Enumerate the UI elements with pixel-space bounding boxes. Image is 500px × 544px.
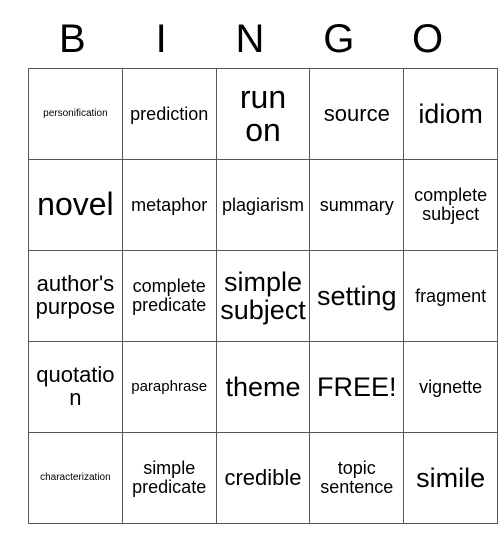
bingo-cell-i4[interactable]: paraphrase	[121, 341, 217, 433]
bingo-cell-n3[interactable]: simple subject	[215, 250, 311, 342]
bingo-grid: personification prediction run on source…	[28, 68, 498, 524]
bingo-cell-free-space[interactable]: FREE!	[309, 341, 405, 433]
bingo-header-letter-b: B	[59, 17, 86, 61]
bingo-cell-o5[interactable]: simile	[403, 432, 498, 524]
bingo-cell-label: run on	[239, 78, 287, 148]
bingo-cell-label: theme	[225, 371, 301, 402]
bingo-header-letter-i: I	[155, 17, 167, 61]
bingo-cell-n4[interactable]: theme	[215, 341, 311, 433]
bingo-cell-label: idiom	[418, 98, 483, 129]
bingo-cell-i2[interactable]: metaphor	[121, 159, 217, 251]
bingo-cell-label: novel	[37, 186, 114, 223]
bingo-row-4: quotation paraphrase theme FREE! vignett…	[28, 341, 498, 433]
bingo-row-1: personification prediction run on source…	[28, 68, 498, 160]
bingo-cell-i1[interactable]: prediction	[121, 68, 217, 160]
bingo-cell-label: complete subject	[414, 185, 488, 224]
bingo-cell-label: plagiarism	[221, 194, 304, 215]
bingo-cell-label: simile	[416, 462, 486, 493]
bingo-cell-label: source	[323, 100, 390, 126]
bingo-cell-label: fragment	[415, 285, 487, 306]
bingo-cell-g2[interactable]: summary	[309, 159, 405, 251]
bingo-cell-b1[interactable]: personification	[28, 68, 123, 160]
bingo-cell-label: metaphor	[131, 194, 208, 215]
bingo-row-5: characterization simple predicate credib…	[28, 432, 498, 524]
bingo-header-letter-n: N	[235, 17, 265, 61]
bingo-cell-i3[interactable]: complete predicate	[121, 250, 217, 342]
bingo-cell-b3[interactable]: author's purpose	[28, 250, 123, 342]
bingo-cell-label: simple subject	[220, 266, 306, 325]
bingo-header-row: B I N G O	[28, 10, 472, 68]
bingo-row-3: author's purpose complete predicate simp…	[28, 250, 498, 342]
bingo-row-2: novel metaphor plagiarism summary comple…	[28, 159, 498, 251]
bingo-cell-label: vignette	[419, 376, 483, 397]
bingo-cell-o2[interactable]: complete subject	[403, 159, 498, 251]
bingo-cell-g3[interactable]: setting	[309, 250, 405, 342]
bingo-cell-n2[interactable]: plagiarism	[215, 159, 311, 251]
bingo-cell-label: setting	[317, 280, 397, 311]
bingo-cell-label: summary	[319, 194, 394, 215]
bingo-cell-label: characterization	[40, 471, 111, 483]
bingo-cell-n5[interactable]: credible	[215, 432, 311, 524]
bingo-cell-g5[interactable]: topic sentence	[309, 432, 405, 524]
bingo-cell-label: credible	[224, 464, 302, 490]
bingo-cell-o1[interactable]: idiom	[403, 68, 498, 160]
bingo-cell-label: author's purpose	[35, 271, 116, 319]
bingo-cell-o4[interactable]: vignette	[403, 341, 498, 433]
bingo-card: B I N G O personification prediction run…	[28, 10, 498, 524]
bingo-cell-label: complete predicate	[132, 276, 207, 315]
bingo-cell-i5[interactable]: simple predicate	[121, 432, 217, 524]
bingo-cell-label: paraphrase	[131, 378, 208, 396]
bingo-cell-o3[interactable]: fragment	[403, 250, 498, 342]
bingo-header-letter-g: G	[323, 17, 355, 61]
bingo-cell-label: topic sentence	[320, 458, 394, 497]
bingo-cell-label: simple predicate	[132, 458, 207, 497]
bingo-cell-b5[interactable]: characterization	[28, 432, 123, 524]
bingo-cell-b2[interactable]: novel	[28, 159, 123, 251]
bingo-cell-label: quotation	[36, 362, 115, 410]
bingo-cell-n1[interactable]: run on	[215, 68, 311, 160]
bingo-cell-b4[interactable]: quotation	[28, 341, 123, 433]
bingo-cell-label: personification	[43, 107, 108, 119]
bingo-free-space-label: FREE!	[317, 371, 397, 402]
bingo-cell-label: prediction	[130, 103, 209, 124]
bingo-cell-g1[interactable]: source	[309, 68, 405, 160]
bingo-header-letter-o: O	[412, 17, 444, 61]
